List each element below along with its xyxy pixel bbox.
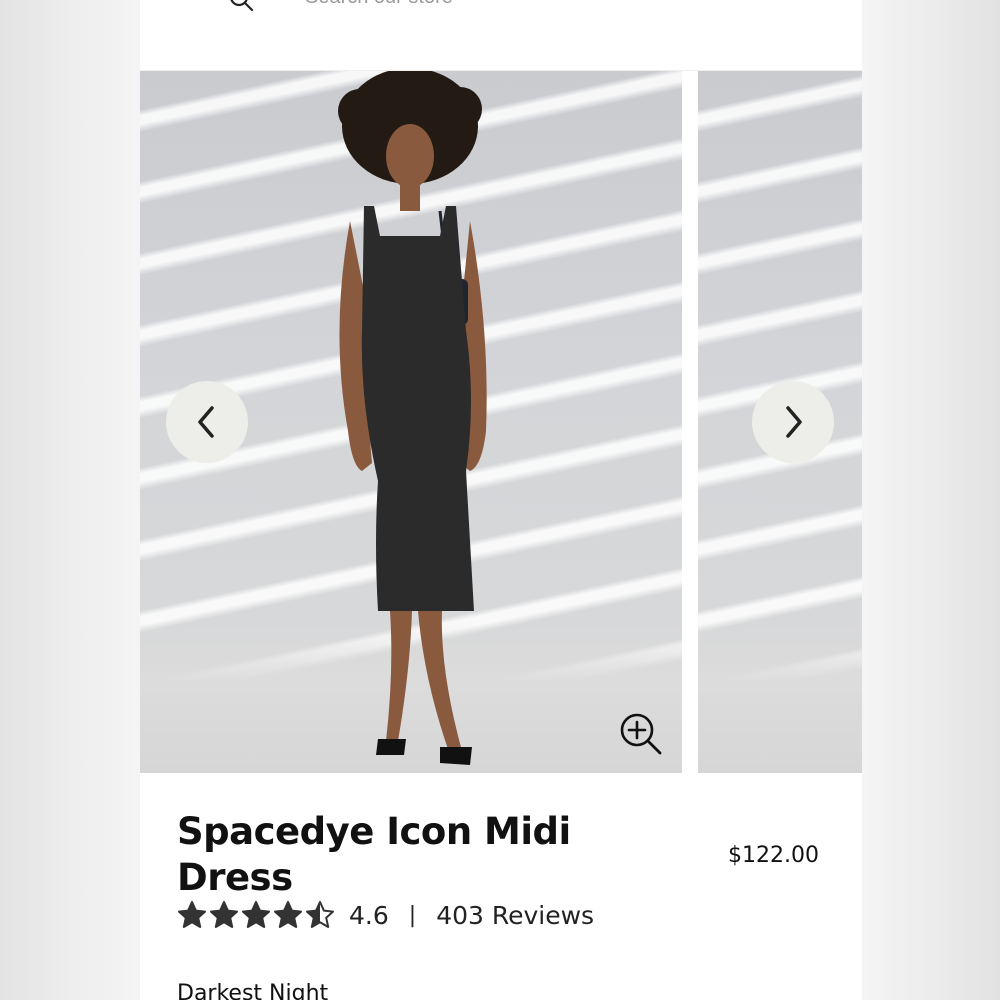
chevron-right-icon <box>786 406 802 438</box>
background-right <box>862 0 1000 1000</box>
search-icon[interactable] <box>228 0 254 12</box>
star-full-icon <box>178 901 206 928</box>
selected-color-name: Darkest Night <box>177 981 329 1000</box>
rating-separator: | <box>408 902 417 928</box>
background-left <box>0 0 140 1000</box>
star-rating[interactable] <box>177 900 335 930</box>
product-info: Spacedye Icon Midi Dress $122.00 4.6 | 4… <box>140 773 862 1000</box>
search-bar <box>140 0 862 71</box>
product-price: $122.00 <box>728 843 819 868</box>
product-page: Spacedye Icon Midi Dress $122.00 4.6 | 4… <box>140 0 862 1000</box>
reviews-link[interactable]: 403 Reviews <box>436 901 594 930</box>
photo-floor <box>698 623 862 773</box>
rating-value: 4.6 <box>349 900 389 930</box>
zoom-in-icon[interactable] <box>616 709 666 759</box>
star-full-icon <box>210 901 238 928</box>
product-image-carousel[interactable] <box>140 71 862 773</box>
product-title: Spacedye Icon Midi Dress <box>177 810 571 899</box>
next-image-button[interactable] <box>752 381 834 463</box>
chevron-left-icon <box>198 406 214 438</box>
star-full-icon <box>274 901 302 928</box>
rating-row: 4.6 | 403 Reviews <box>177 899 594 931</box>
star-half-icon <box>306 901 334 928</box>
previous-image-button[interactable] <box>166 381 248 463</box>
model-photo <box>338 71 487 765</box>
search-input[interactable] <box>305 0 725 8</box>
star-full-icon <box>242 901 270 928</box>
product-image-main[interactable] <box>140 71 682 773</box>
